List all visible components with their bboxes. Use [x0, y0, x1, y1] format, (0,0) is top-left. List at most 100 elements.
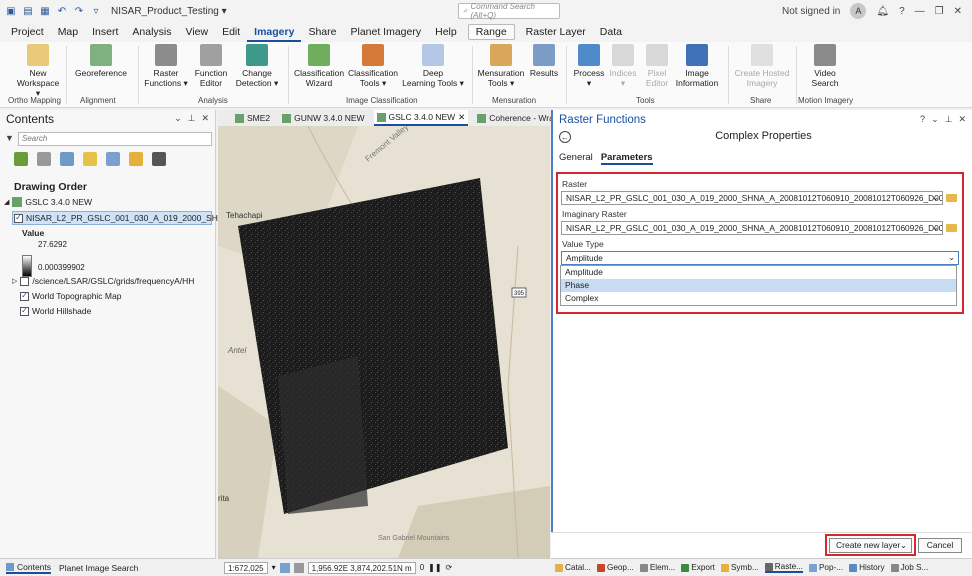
expand-icon[interactable]: ◢	[4, 198, 9, 206]
tab-data[interactable]: Data	[593, 22, 629, 42]
tab-coherence[interactable]: Coherence - Wra	[474, 110, 557, 126]
create-new-layer-button[interactable]: Create new layer ⌄	[829, 538, 912, 553]
grid-layer-item[interactable]: ▷ /science/LSAR/GSLC/grids/frequencyA/HH	[12, 276, 194, 286]
tab-sme2[interactable]: SME2	[232, 110, 273, 126]
new-workspace-button[interactable]: New Workspace ▾	[14, 44, 62, 98]
tab-share[interactable]: Share	[301, 22, 343, 42]
close-icon[interactable]: ✕	[954, 6, 962, 17]
results-button[interactable]: Results	[528, 44, 560, 78]
list-by-editing-icon[interactable]	[83, 152, 97, 166]
snapping-icon[interactable]	[293, 562, 304, 573]
hillshade-layer-item[interactable]: ✓ World Hillshade	[20, 306, 91, 316]
chevron-down-icon[interactable]: ⌄	[948, 252, 955, 264]
tab-popup[interactable]: Pop-...	[808, 563, 843, 572]
indices-button[interactable]: Indices ▾	[608, 44, 638, 88]
rf-close-icon[interactable]: ✕	[958, 114, 966, 125]
tab-planet-image-search[interactable]: Planet Image Search	[59, 563, 138, 573]
rf-options-icon[interactable]: ⌄	[931, 114, 939, 125]
notifications-icon[interactable]: 🔔︎	[876, 6, 889, 17]
classification-wizard-button[interactable]: Classification Wizard	[294, 44, 344, 88]
avatar[interactable]: A	[850, 3, 867, 19]
restore-icon[interactable]: ❐	[935, 6, 944, 17]
pause-icon[interactable]: ❚❚	[428, 563, 441, 572]
pin-icon[interactable]: ⊥	[188, 113, 196, 124]
contents-search-input[interactable]: Search	[18, 132, 212, 146]
tab-gunw[interactable]: GUNW 3.4.0 NEW	[279, 110, 367, 126]
tab-planet-imagery[interactable]: Planet Imagery	[343, 22, 428, 42]
tab-contents[interactable]: Contents	[6, 562, 52, 574]
tab-view[interactable]: View	[179, 22, 216, 42]
tab-help[interactable]: Help	[428, 22, 464, 42]
tab-map[interactable]: Map	[51, 22, 85, 42]
hillshade-layer-checkbox[interactable]: ✓	[20, 306, 29, 316]
close-pane-icon[interactable]: ✕	[201, 113, 209, 124]
list-by-labeling-icon[interactable]	[129, 152, 143, 166]
map-scale-select[interactable]: 1:672,025	[224, 561, 268, 574]
chevron-down-icon[interactable]: ⌄	[932, 192, 939, 204]
undo-icon[interactable]: ↶	[55, 4, 69, 18]
classification-tools-button[interactable]: Classification Tools ▾	[346, 44, 400, 88]
tab-range[interactable]: Range	[467, 24, 515, 40]
list-by-source-icon[interactable]	[37, 152, 51, 166]
help-icon[interactable]: ?	[899, 6, 905, 17]
tab-history[interactable]: History	[849, 563, 885, 572]
list-by-snapping-icon[interactable]	[106, 152, 120, 166]
tab-element[interactable]: Elem...	[639, 563, 675, 572]
pane-options-icon[interactable]: ⌄	[174, 113, 182, 124]
tab-general[interactable]: General	[559, 152, 593, 165]
tab-raster-layer[interactable]: Raster Layer	[519, 22, 593, 42]
refresh-icon[interactable]: ⟳	[446, 563, 453, 572]
topo-layer-checkbox[interactable]: ✓	[20, 291, 29, 301]
rf-help-icon[interactable]: ?	[920, 114, 925, 125]
map-view[interactable]: Fremont Valley Tehachapi Antel rita 395 …	[218, 126, 550, 558]
collapse-icon[interactable]: ▷	[12, 277, 17, 285]
app-title[interactable]: NISAR_Product_Testing ▾	[111, 6, 227, 17]
minimize-icon[interactable]: —	[915, 6, 925, 17]
change-detection-button[interactable]: Change Detection ▾	[232, 44, 282, 88]
value-type-select[interactable]: Amplitude ⌄	[561, 251, 959, 265]
process-button[interactable]: Process ▾	[572, 44, 606, 88]
option-phase[interactable]: Phase	[561, 279, 956, 292]
pixel-editor-button[interactable]: Pixel Editor	[642, 44, 672, 88]
tab-symbology[interactable]: Symb...	[720, 563, 759, 572]
grid-layer-checkbox[interactable]	[20, 276, 30, 286]
image-information-button[interactable]: Image Information	[674, 44, 720, 88]
browse-folder-icon[interactable]	[946, 224, 957, 232]
cancel-button[interactable]: Cancel	[918, 538, 962, 553]
browse-folder-icon[interactable]	[946, 194, 957, 202]
layer-visibility-checkbox[interactable]: ✓	[14, 213, 23, 223]
rf-pin-icon[interactable]: ⊥	[945, 114, 953, 125]
deep-learning-tools-button[interactable]: Deep Learning Tools ▾	[402, 44, 464, 88]
chevron-down-icon[interactable]: ⌄	[932, 222, 939, 234]
save-icon[interactable]: ▦	[38, 4, 52, 18]
tab-imagery[interactable]: Imagery	[247, 22, 302, 42]
redo-icon[interactable]: ↷	[72, 4, 86, 18]
topo-layer-item[interactable]: ✓ World Topographic Map	[20, 291, 121, 301]
list-by-drawing-order-icon[interactable]	[14, 152, 28, 166]
tab-gslc[interactable]: GSLC 3.4.0 NEW ✕	[373, 110, 469, 126]
scale-dropdown-icon[interactable]: ▾	[272, 563, 276, 572]
tab-catalog[interactable]: Catal...	[555, 563, 591, 572]
customize-icon[interactable]: ▿	[89, 4, 103, 18]
option-complex[interactable]: Complex	[561, 292, 956, 305]
tab-insert[interactable]: Insert	[85, 22, 125, 42]
raster-functions-button[interactable]: Raster Functions ▾	[144, 44, 188, 88]
open-project-icon[interactable]: ▤	[21, 4, 35, 18]
map-tree-item[interactable]: ◢ GSLC 3.4.0 NEW	[4, 197, 92, 207]
function-editor-button[interactable]: Function Editor	[192, 44, 230, 88]
tab-geoprocessing[interactable]: Geop...	[596, 563, 634, 572]
new-project-icon[interactable]: ▣	[4, 4, 18, 18]
command-search[interactable]: ⌕ Command Search (Alt+Q)	[458, 2, 560, 20]
tab-analysis[interactable]: Analysis	[125, 22, 178, 42]
filter-icon[interactable]: ▼	[5, 133, 14, 143]
tab-parameters[interactable]: Parameters	[600, 152, 653, 165]
option-amplitude[interactable]: Amplitude	[561, 266, 956, 279]
tab-edit[interactable]: Edit	[215, 22, 247, 42]
tab-export[interactable]: Export	[681, 563, 715, 572]
tab-project[interactable]: Project	[4, 22, 51, 42]
imaginary-raster-input[interactable]: NISAR_L2_PR_GSLC_001_030_A_019_2000_SHNA…	[561, 221, 943, 235]
list-by-selection-icon[interactable]	[60, 152, 74, 166]
create-hosted-imagery-button[interactable]: Create Hosted Imagery	[734, 44, 790, 88]
chevron-down-icon[interactable]: ⌄	[900, 539, 907, 552]
gslc-layer-item[interactable]: ✓ NISAR_L2_PR_GSLC_001_030_A_019_2000_SH…	[14, 213, 247, 223]
